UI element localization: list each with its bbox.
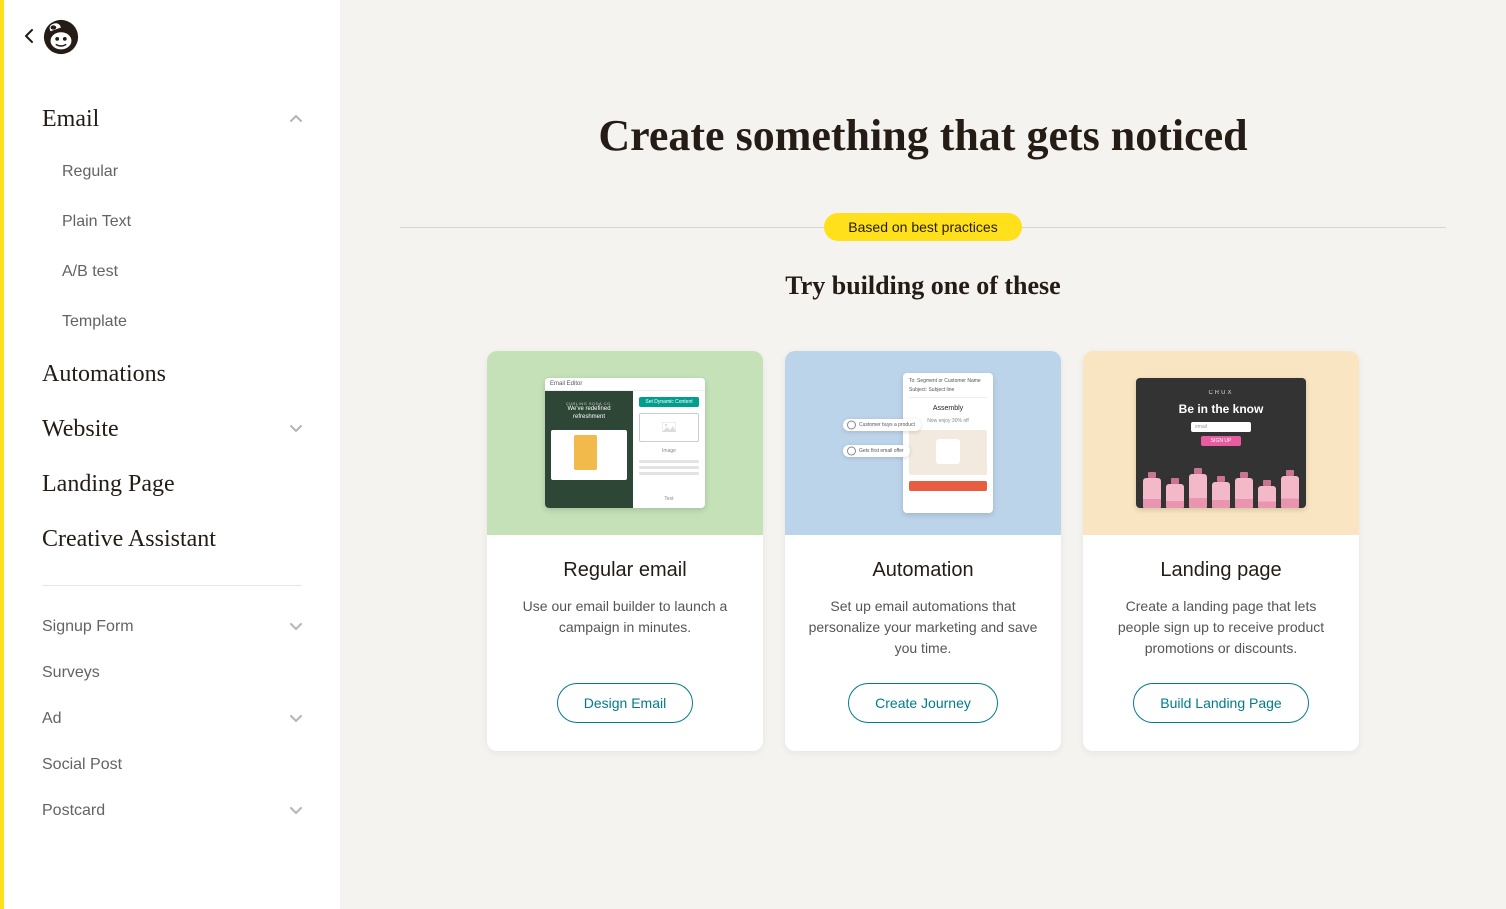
sidebar: Email Regular Plain Text A/B test Templa…: [0, 0, 340, 909]
mailchimp-logo-icon[interactable]: [42, 18, 80, 56]
create-journey-button[interactable]: Create Journey: [848, 683, 998, 723]
chevron-down-icon: [290, 712, 302, 726]
nav-label: Landing Page: [42, 471, 175, 498]
hero-title: Create something that gets noticed: [573, 110, 1273, 163]
card-automation: To: Segment or Customer Name Subject: Su…: [785, 351, 1061, 751]
nav-label: Surveys: [42, 664, 100, 682]
chevron-down-icon: [290, 620, 302, 634]
sidebar-header: [4, 0, 340, 74]
nav-sub-regular[interactable]: Regular: [62, 147, 302, 197]
nav-sub-ab-test[interactable]: A/B test: [62, 247, 302, 297]
nav-item-landing-page[interactable]: Landing Page: [42, 457, 302, 512]
nav-email-submenu: Regular Plain Text A/B test Template: [42, 147, 302, 347]
nav-item-ad[interactable]: Ad: [42, 696, 302, 742]
nav-label: Social Post: [42, 756, 122, 774]
email-editor-thumb: Email Editor CURLING SODA CO. We've rede…: [545, 378, 705, 508]
nav-item-signup-form[interactable]: Signup Form: [42, 604, 302, 650]
best-practices-badge: Based on best practices: [824, 213, 1021, 241]
design-email-button[interactable]: Design Email: [557, 683, 693, 723]
card-thumbnail: To: Segment or Customer Name Subject: Su…: [785, 351, 1061, 535]
card-desc: Create a landing page that lets people s…: [1103, 596, 1339, 659]
card-title: Automation: [805, 559, 1041, 582]
nav-label: Postcard: [42, 802, 105, 820]
badge-divider: Based on best practices: [400, 213, 1446, 241]
card-desc: Set up email automations that personaliz…: [805, 596, 1041, 659]
nav-item-postcard[interactable]: Postcard: [42, 788, 302, 834]
nav-item-creative-assistant[interactable]: Creative Assistant: [42, 512, 302, 567]
card-title: Landing page: [1103, 559, 1339, 582]
nav-sub-template[interactable]: Template: [62, 297, 302, 347]
nav-divider: [42, 585, 302, 586]
card-thumbnail: CRUX Be in the know email SIGN UP: [1083, 351, 1359, 535]
card-row: Email Editor CURLING SODA CO. We've rede…: [400, 351, 1446, 751]
card-desc: Use our email builder to launch a campai…: [507, 596, 743, 659]
back-icon[interactable]: [24, 27, 42, 48]
nav-label: Email: [42, 106, 99, 133]
nav-item-surveys[interactable]: Surveys: [42, 650, 302, 696]
card-title: Regular email: [507, 559, 743, 582]
nav-label: Website: [42, 416, 119, 443]
landing-page-thumb: CRUX Be in the know email SIGN UP: [1136, 378, 1306, 508]
subtitle: Try building one of these: [400, 271, 1446, 301]
chevron-up-icon: [290, 112, 302, 127]
card-thumbnail: Email Editor CURLING SODA CO. We've rede…: [487, 351, 763, 535]
nav-label: Creative Assistant: [42, 526, 216, 553]
nav-label: Automations: [42, 361, 166, 388]
nav-label: Ad: [42, 710, 62, 728]
chevron-down-icon: [290, 422, 302, 437]
nav-item-email[interactable]: Email: [42, 92, 302, 147]
nav: Email Regular Plain Text A/B test Templa…: [4, 74, 340, 834]
card-landing-page: CRUX Be in the know email SIGN UP Landin…: [1083, 351, 1359, 751]
nav-item-automations[interactable]: Automations: [42, 347, 302, 402]
chevron-down-icon: [290, 804, 302, 818]
card-regular-email: Email Editor CURLING SODA CO. We've rede…: [487, 351, 763, 751]
build-landing-page-button[interactable]: Build Landing Page: [1133, 683, 1308, 723]
nav-item-website[interactable]: Website: [42, 402, 302, 457]
automation-thumb: To: Segment or Customer Name Subject: Su…: [843, 373, 1003, 513]
nav-label: Signup Form: [42, 618, 134, 636]
nav-sub-plain-text[interactable]: Plain Text: [62, 197, 302, 247]
nav-item-social-post[interactable]: Social Post: [42, 742, 302, 788]
main-content: Create something that gets noticed Based…: [340, 0, 1506, 909]
